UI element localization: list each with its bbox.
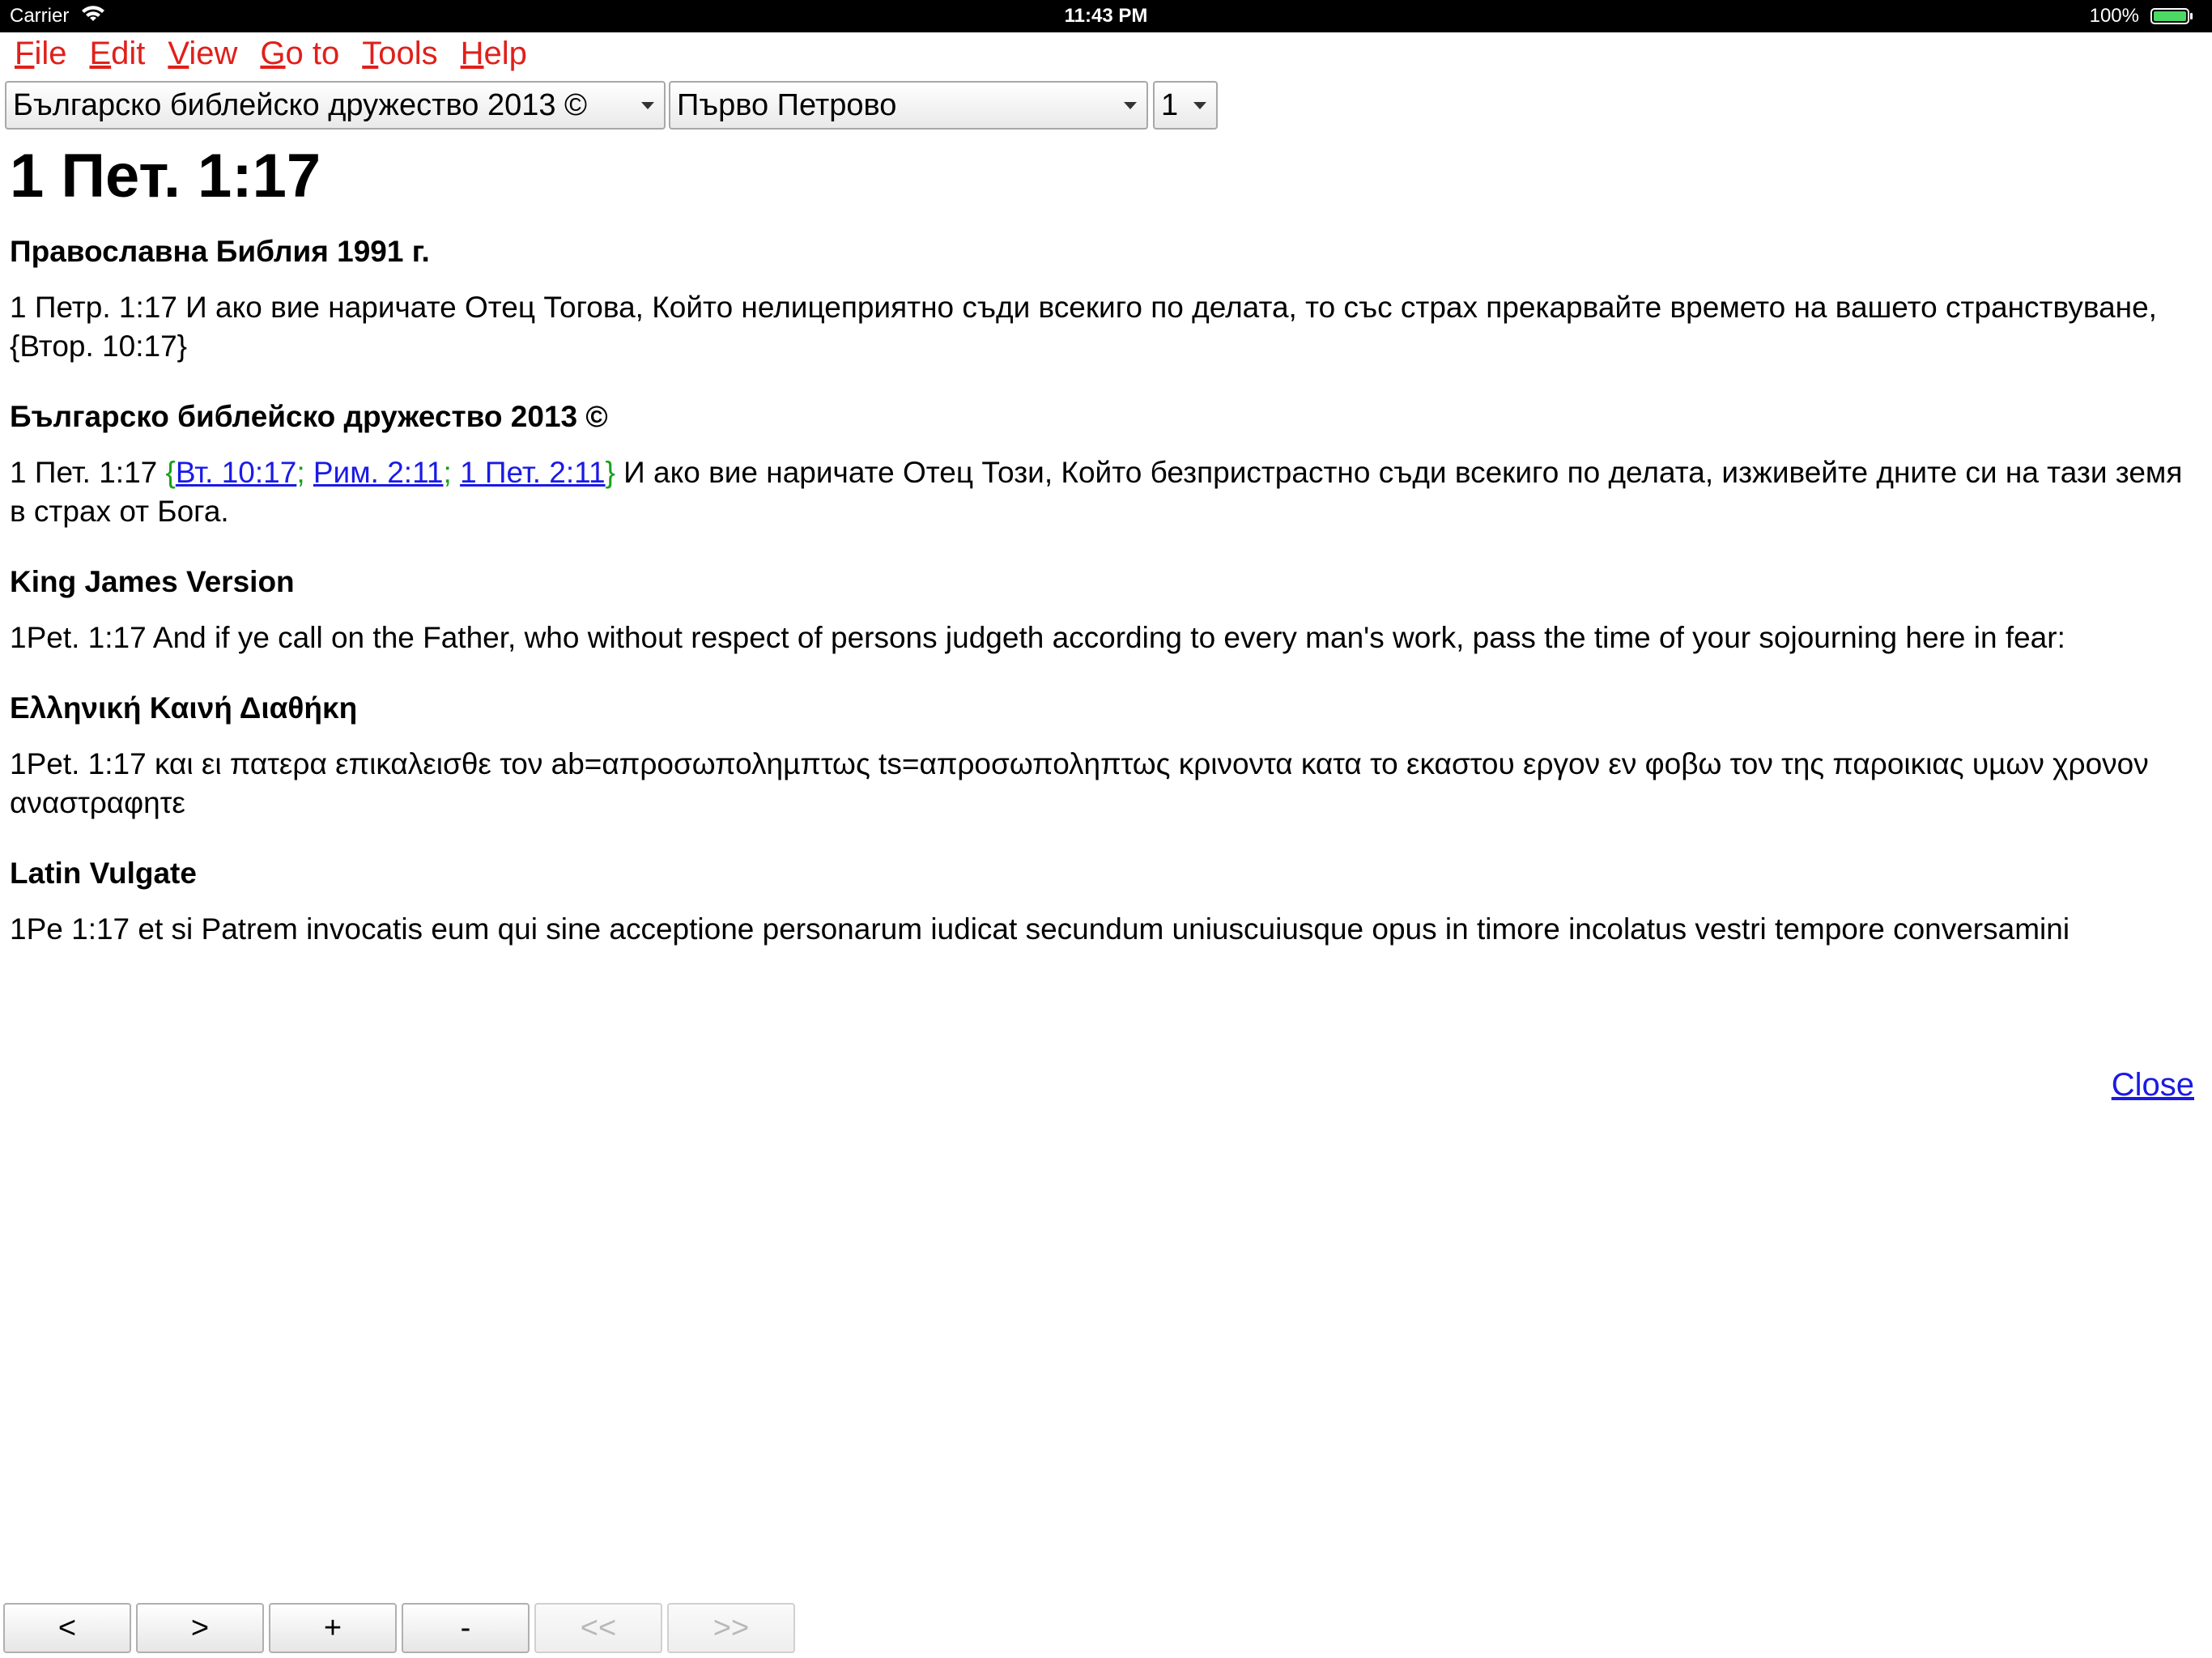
translation-heading: King James Version xyxy=(10,565,295,598)
book-select[interactable]: Първо Петрово xyxy=(669,81,1148,130)
verse-text: 1Pet. 1:17 And if ye call on the Father,… xyxy=(10,621,2065,654)
verse-text: 1 Пет. 1:17 {Вт. 10:17; Рим. 2:11; 1 Пет… xyxy=(10,453,2204,531)
menu-tools[interactable]: Tools xyxy=(362,36,437,72)
menu-view[interactable]: View xyxy=(168,36,237,72)
battery-percent: 100% xyxy=(2089,5,2139,27)
translation-select-value: Българско библейско дружество 2013 © xyxy=(13,88,588,122)
verse-text: 1Pe 1:17 et si Patrem invocatis eum qui … xyxy=(10,912,2070,946)
xref-brace-close: } xyxy=(605,456,615,489)
xref-link[interactable]: 1 Пет. 2:11 xyxy=(460,456,605,489)
zoom-out-button[interactable]: - xyxy=(402,1603,530,1653)
menu-file[interactable]: File xyxy=(15,36,66,72)
chevron-down-icon xyxy=(1124,102,1137,109)
clock: 11:43 PM xyxy=(1064,5,1148,27)
xref-separator: ; xyxy=(296,456,313,489)
translation-heading: Ελληνική Καινή Διαθήκη xyxy=(10,691,358,725)
menu-bar: File Edit View Go to Tools Help xyxy=(15,36,550,72)
chapter-select-value: 1 xyxy=(1161,88,1179,122)
verse-comparison-panel: 1 Пет. 1:17 Православна Библия 1991 г. 1… xyxy=(10,138,2204,1103)
menu-help[interactable]: Help xyxy=(461,36,527,72)
verse-text: 1Pet. 1:17 και ει πατερα επικαλεισθε τον… xyxy=(10,747,2149,819)
chapter-select[interactable]: 1 xyxy=(1153,81,1218,130)
status-bar: Carrier 11:43 PM 100% xyxy=(0,0,2212,32)
verse-text: 1 Петр. 1:17 И ако вие наричате Отец Тог… xyxy=(10,291,2157,363)
history-forward-button[interactable]: >> xyxy=(667,1603,795,1653)
xref-link[interactable]: Рим. 2:11 xyxy=(313,456,444,489)
verse-ref-prefix: 1 Пет. 1:17 xyxy=(10,456,166,489)
xref-separator: ; xyxy=(443,456,461,489)
next-button[interactable]: > xyxy=(136,1603,264,1653)
zoom-in-button[interactable]: + xyxy=(269,1603,397,1653)
translation-heading: Българско библейско дружество 2013 © xyxy=(10,400,608,433)
page-title: 1 Пет. 1:17 xyxy=(10,142,321,210)
xref-brace-open: { xyxy=(165,456,176,489)
translation-heading: Latin Vulgate xyxy=(10,857,197,890)
translation-heading: Православна Библия 1991 г. xyxy=(10,235,430,268)
history-back-button[interactable]: << xyxy=(534,1603,662,1653)
xref-link[interactable]: Вт. 10:17 xyxy=(176,456,296,489)
menu-goto[interactable]: Go to xyxy=(260,36,339,72)
menu-edit[interactable]: Edit xyxy=(89,36,145,72)
chevron-down-icon xyxy=(641,102,654,109)
previous-button[interactable]: < xyxy=(3,1603,131,1653)
battery-icon xyxy=(2150,8,2193,24)
translation-select[interactable]: Българско библейско дружество 2013 © xyxy=(5,81,666,130)
close-link[interactable]: Close xyxy=(2112,1067,2194,1103)
chevron-down-icon xyxy=(1193,102,1206,109)
book-select-value: Първо Петрово xyxy=(677,88,897,122)
